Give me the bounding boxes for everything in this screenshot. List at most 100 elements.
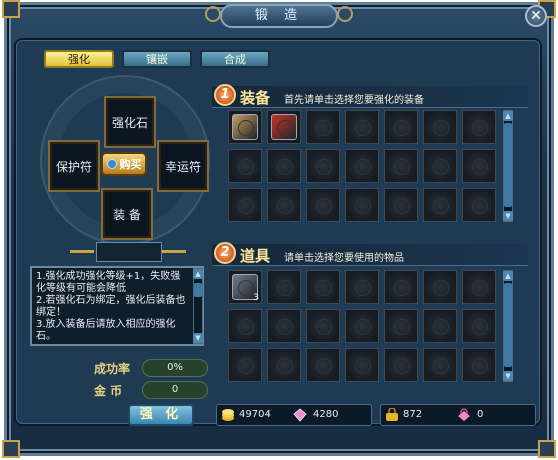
inventory-slot[interactable] [384,348,418,382]
inventory-slot[interactable] [306,270,340,304]
inventory-slot[interactable] [462,188,496,222]
inventory-slot[interactable] [345,270,379,304]
tab-inlay[interactable]: 镶嵌 [122,50,192,68]
scroll-thumb[interactable] [194,283,202,297]
close-button[interactable]: ✕ [525,5,547,27]
inventory-slot[interactable] [423,348,457,382]
scroll-up-icon[interactable]: ▲ [193,269,203,279]
inventory-slot[interactable] [228,110,262,144]
scroll-down-icon[interactable]: ▼ [193,333,203,343]
buy-label: 购买 [119,158,142,171]
currency-group-main: 49704 4280 [216,404,372,426]
inventory-slot[interactable] [345,348,379,382]
description-line: 1.强化成功强化等级+1，失败强化等级有可能会降低 [36,271,181,294]
gem-amount: 4280 [313,409,339,420]
success-rate-value: 0% [142,359,208,377]
inventory-slot[interactable] [306,348,340,382]
inventory-slot[interactable] [423,110,457,144]
step-badge: 2 [214,242,236,264]
items-title: 道具 [240,247,271,265]
title-ornament-icon [205,6,221,22]
inventory-slot[interactable] [345,309,379,343]
scroll-thumb[interactable] [504,283,512,367]
inventory-slot[interactable] [267,309,301,343]
inventory-slot[interactable] [267,188,301,222]
equipment-name-plate [96,242,162,262]
inventory-slot[interactable]: 3 [228,270,262,304]
gold-coins-icon [222,409,234,421]
inventory-slot[interactable] [462,110,496,144]
scroll-thumb[interactable] [504,123,512,207]
inventory-slot[interactable] [384,188,418,222]
bound-gem-icon [458,408,470,421]
inventory-slot[interactable] [384,270,418,304]
inventory-slot[interactable] [306,149,340,183]
inventory-slot[interactable] [267,348,301,382]
inventory-slot[interactable] [306,110,340,144]
frame-corner [538,440,556,458]
description-box: 1.强化成功强化等级+1，失败强化等级有可能会降低 2.若强化石为绑定，强化后装… [30,266,204,346]
slot-strengthen-stone[interactable]: 强化石 [104,96,156,148]
item-quantity: 3 [253,293,259,303]
window-title: 锻 造 [220,4,338,28]
equipment-scrollbar[interactable]: ▲ ▼ [503,110,513,222]
inventory-slot[interactable] [423,149,457,183]
equipment-title: 装备 [240,89,271,107]
inventory-slot[interactable] [267,149,301,183]
scroll-down-icon[interactable]: ▼ [503,371,513,381]
armor-item-icon[interactable] [271,114,297,140]
inventory-slot[interactable] [267,110,301,144]
inventory-slot[interactable] [345,110,379,144]
slot-equipment[interactable]: 装 备 [101,188,153,240]
scroll-up-icon[interactable]: ▲ [503,271,513,281]
inventory-slot[interactable] [423,270,457,304]
tab-strengthen[interactable]: 强化 [44,50,114,68]
buy-button[interactable]: 购买 [101,152,147,176]
slot-luck-charm[interactable]: 幸运符 [157,140,209,192]
success-rate-label: 成功率 [94,362,131,376]
nameplate-ornament [162,250,186,253]
inventory-slot[interactable] [384,110,418,144]
inventory-slot[interactable] [462,309,496,343]
items-hint: 请单击选择您要使用的物品 [284,253,404,264]
equipment-hint: 首先请单击选择您要强化的装备 [284,95,424,106]
bound-gem-amount: 0 [477,409,484,420]
inventory-slot[interactable] [345,188,379,222]
strengthen-button[interactable]: 强 化 [128,404,194,426]
inventory-slot[interactable] [228,348,262,382]
inventory-slot[interactable] [462,270,496,304]
bound-gold-amount: 872 [403,409,423,420]
inventory-slot[interactable] [306,309,340,343]
description-scrollbar[interactable]: ▲ ▼ [193,268,203,344]
scroll-up-icon[interactable]: ▲ [503,111,513,121]
inventory-slot[interactable] [462,149,496,183]
inventory-slot[interactable] [228,149,262,183]
scroll-down-icon[interactable]: ▼ [503,211,513,221]
inventory-slot[interactable] [306,188,340,222]
inventory-slot[interactable] [345,149,379,183]
inventory-slot[interactable] [423,309,457,343]
inventory-slot[interactable] [267,270,301,304]
axe-item-icon[interactable] [232,114,258,140]
description-line: 3.放入装备后请放入相应的强化石。 [36,319,176,342]
items-grid: 3 [228,270,496,382]
inventory-slot[interactable] [228,188,262,222]
tab-synthesize[interactable]: 合成 [200,50,270,68]
gold-amount: 49704 [239,409,271,420]
inventory-slot[interactable] [384,149,418,183]
gold-cost-label: 金 币 [94,384,123,398]
items-scrollbar[interactable]: ▲ ▼ [503,270,513,382]
coin-icon [106,159,117,169]
currency-bar: 49704 4280 872 0 [212,404,536,428]
inventory-slot[interactable] [462,348,496,382]
nameplate-ornament [70,250,94,253]
currency-group-bound: 872 0 [380,404,536,426]
inventory-slot[interactable] [228,309,262,343]
slot-protect-charm[interactable]: 保护符 [48,140,100,192]
gold-cost-value: 0 [142,381,208,399]
pink-gem-icon [293,408,307,422]
inventory-slot[interactable] [384,309,418,343]
inventory-slot[interactable] [423,188,457,222]
frame-corner [2,440,20,458]
description-line: 2.若强化石为绑定，强化后装备也绑定！ [36,295,186,318]
